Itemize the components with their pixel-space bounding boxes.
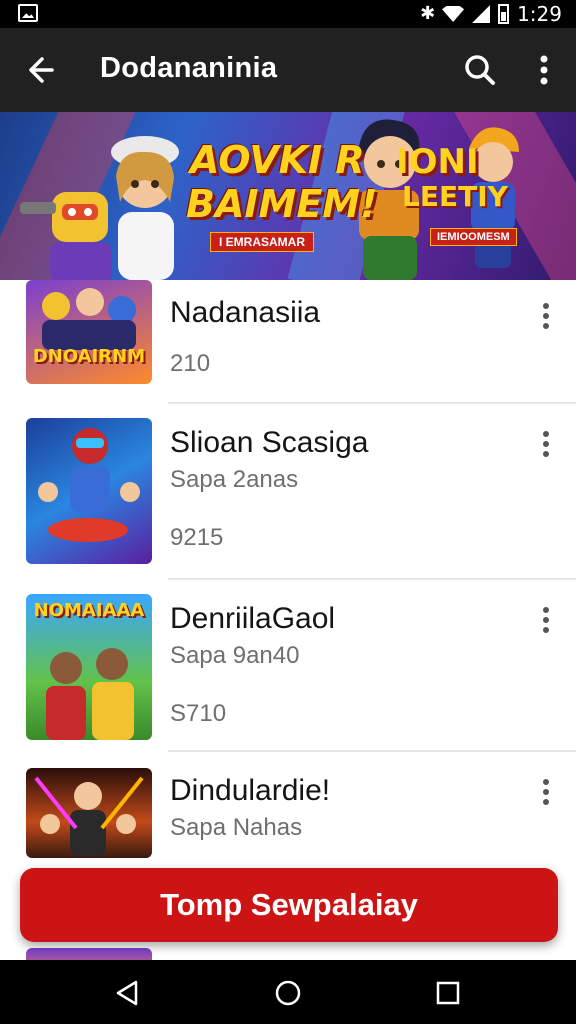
game-price: 210 — [170, 350, 211, 377]
wifi-icon — [442, 6, 465, 22]
game-thumbnail: DNOAIRNM — [26, 280, 152, 384]
list-item[interactable]: NOMAIAAA DenriilaGaol Sapa 9an40 S710 — [0, 580, 576, 752]
game-title: Nadanasiia — [170, 296, 321, 329]
nav-home-icon[interactable] — [273, 978, 303, 1008]
more-vert-icon[interactable] — [534, 428, 558, 460]
signal-icon — [472, 5, 491, 23]
promo-banner[interactable]: AOVKI R BAIMEM! I EMRASAMAR IONI LEETIY … — [0, 112, 576, 280]
game-price: 9215 — [170, 524, 224, 551]
game-thumbnail — [26, 948, 152, 960]
game-subtitle: Sapa 9an40 — [170, 642, 300, 669]
system-nav-bar — [0, 960, 576, 1024]
status-time: 1:29 — [517, 2, 562, 26]
back-arrow-icon[interactable] — [22, 50, 62, 90]
game-subtitle: Sapa Nahas — [170, 814, 303, 841]
game-price: S710 — [170, 700, 227, 727]
banner-title: BAIMEM! — [186, 182, 378, 226]
game-title: Slioan Scasiga — [170, 426, 369, 459]
more-vert-icon[interactable] — [534, 776, 558, 808]
thumbnail-text: NOMAIAAA — [33, 600, 145, 621]
primary-cta-button[interactable]: Tomp Sewpalaiay — [20, 868, 558, 942]
list-item[interactable]: Slioan Scasiga Sapa 2anas 9215 — [0, 404, 576, 580]
app-bar: Dodananinia — [0, 28, 576, 112]
banner-subtitle-right: IEMIOOMESM — [430, 228, 517, 246]
game-title: Dindulardie! — [170, 774, 331, 807]
thumbnail-art — [34, 776, 144, 856]
more-vert-icon[interactable] — [528, 50, 560, 90]
battery-icon — [498, 4, 510, 24]
nav-back-icon[interactable] — [112, 978, 142, 1008]
game-subtitle: Sapa 2anas — [170, 466, 299, 493]
list-item[interactable]: DNOAIRNM Nadanasiia 210 — [0, 280, 576, 404]
banner-subtitle: I EMRASAMAR — [210, 232, 314, 252]
bluetooth-icon: ✱ — [420, 3, 436, 24]
thumbnail-art — [38, 428, 140, 542]
page-title: Dodananinia — [100, 52, 278, 84]
more-vert-icon[interactable] — [534, 604, 558, 636]
game-thumbnail — [26, 418, 152, 564]
banner-title-right: LEETIY — [402, 180, 508, 213]
thumbnail-art — [42, 288, 136, 350]
game-thumbnail — [26, 768, 152, 858]
game-list: DNOAIRNM Nadanasiia 210 Slioan Scasiga S… — [0, 280, 576, 960]
status-bar: ✱ 1:29 — [0, 0, 576, 28]
game-title: DenriilaGaol — [170, 602, 336, 635]
banner-title: AOVKI R — [190, 138, 365, 182]
nav-recent-icon[interactable] — [433, 978, 463, 1008]
status-icons: ✱ 1:29 — [420, 2, 562, 26]
search-icon[interactable] — [460, 50, 500, 90]
banner-title-right: IONI — [396, 142, 479, 182]
banner-character-girl — [111, 136, 179, 280]
thumbnail-text: DNOAIRNM — [32, 346, 146, 367]
image-icon — [18, 4, 38, 22]
game-thumbnail: NOMAIAAA — [26, 594, 152, 740]
more-vert-icon[interactable] — [534, 300, 558, 332]
